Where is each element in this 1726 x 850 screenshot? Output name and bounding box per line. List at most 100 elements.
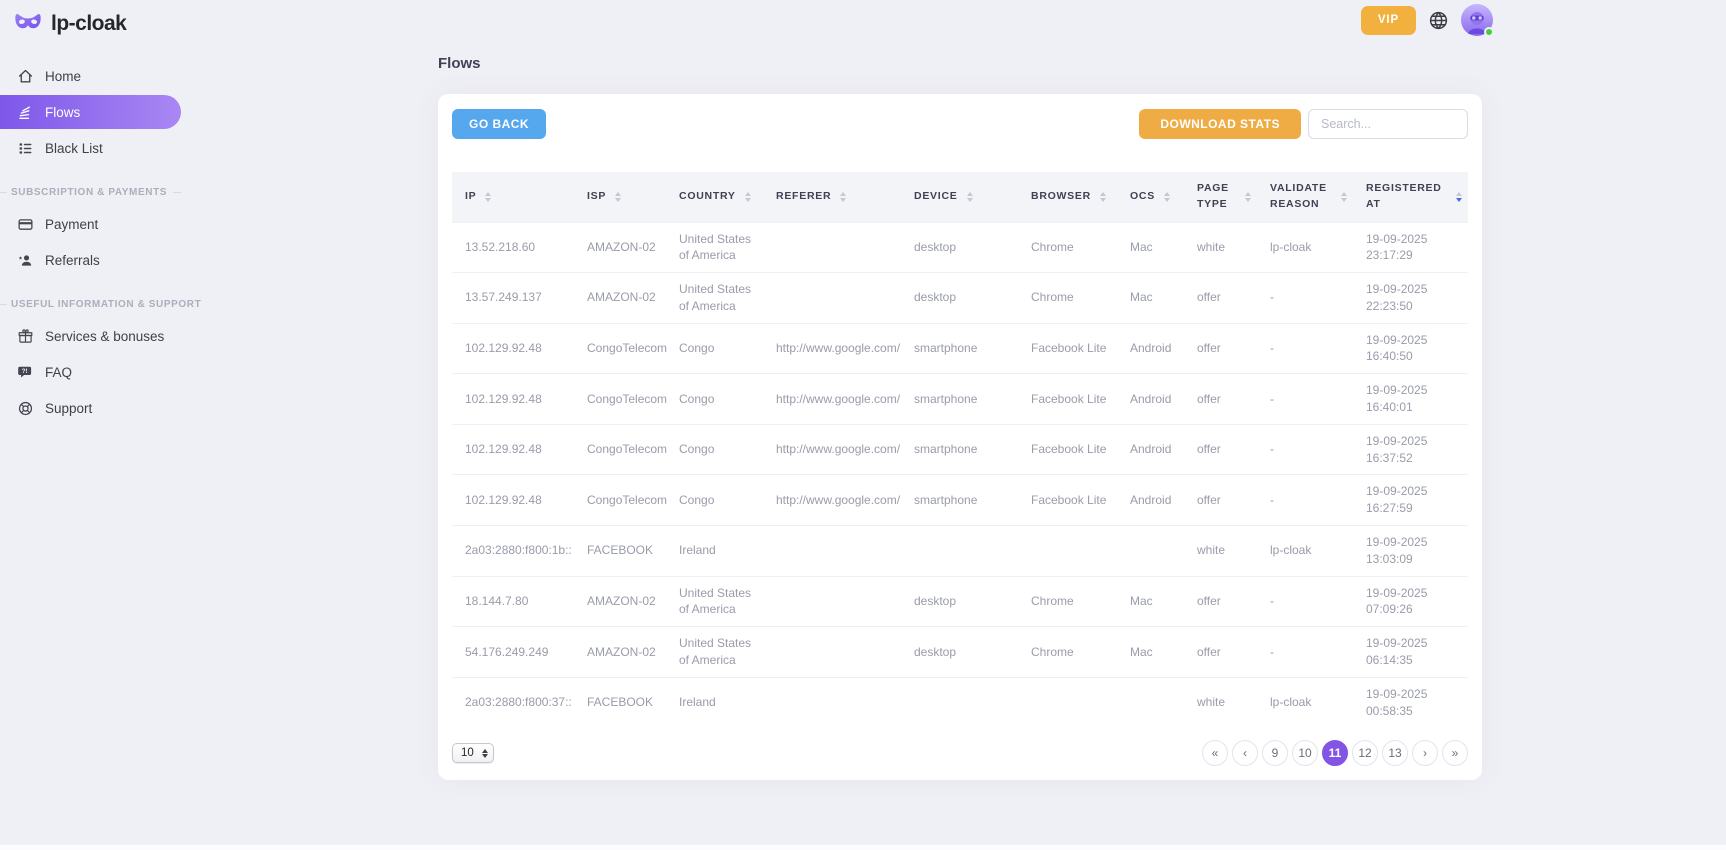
- column-header-browser[interactable]: BROWSER: [1018, 172, 1117, 222]
- column-header-referer[interactable]: REFERER: [763, 172, 901, 222]
- sidebar-item-label: Home: [45, 69, 81, 84]
- cell-ip: 102.129.92.48: [452, 323, 574, 374]
- table-row[interactable]: 13.52.218.60 AMAZON-02 United States of …: [452, 222, 1468, 273]
- cell-page-type: offer: [1184, 424, 1257, 475]
- cell-registered-at: 19-09-2025 07:09:26: [1353, 576, 1468, 627]
- search-input[interactable]: [1308, 109, 1468, 139]
- column-header-ocs[interactable]: OCS: [1117, 172, 1184, 222]
- cell-referer: http://www.google.com/: [763, 374, 901, 425]
- cell-isp: CongoTelecom: [574, 374, 666, 425]
- cell-referer: http://www.google.com/: [763, 323, 901, 374]
- cell-browser: Chrome: [1018, 576, 1117, 627]
- page-button[interactable]: 10: [1292, 740, 1318, 766]
- sidebar-item-services-bonuses[interactable]: Services & bonuses: [0, 319, 181, 353]
- column-header-page-type[interactable]: PAGE TYPE: [1184, 172, 1257, 222]
- cell-referer: http://www.google.com/: [763, 424, 901, 475]
- page-button[interactable]: 12: [1352, 740, 1378, 766]
- cell-referer: [763, 677, 901, 727]
- column-header-device[interactable]: DEVICE: [901, 172, 1018, 222]
- page-button[interactable]: «: [1202, 740, 1228, 766]
- cell-device: smartphone: [901, 475, 1018, 526]
- sidebar-item-label: Services & bonuses: [45, 329, 164, 344]
- column-header-validate-reason[interactable]: VALIDATE REASON: [1257, 172, 1353, 222]
- cell-registered-at: 19-09-2025 16:27:59: [1353, 475, 1468, 526]
- stepper-icon: [482, 749, 488, 758]
- sidebar-item-label: Black List: [45, 141, 103, 156]
- cell-ocs: [1117, 677, 1184, 727]
- sidebar-item-home[interactable]: Home: [0, 59, 181, 93]
- cell-isp: CongoTelecom: [574, 323, 666, 374]
- cell-ip: 18.144.7.80: [452, 576, 574, 627]
- cell-ocs: [1117, 526, 1184, 577]
- cell-browser: Facebook Lite: [1018, 374, 1117, 425]
- column-header-ip[interactable]: IP: [452, 172, 574, 222]
- sidebar-item-faq[interactable]: ?! FAQ: [0, 355, 181, 389]
- sidebar-item-flows[interactable]: Flows: [0, 95, 181, 129]
- card-toolbar: GO BACK DOWNLOAD STATS: [452, 109, 1468, 139]
- cell-country: United States of America: [666, 627, 763, 678]
- page-size-value: 10: [461, 747, 474, 759]
- page-button[interactable]: 11: [1322, 740, 1348, 766]
- column-header-isp[interactable]: ISP: [574, 172, 666, 222]
- toolbar-right: DOWNLOAD STATS: [1139, 109, 1468, 139]
- page-button[interactable]: 9: [1262, 740, 1288, 766]
- sort-icon: [967, 192, 973, 202]
- cell-browser: Chrome: [1018, 627, 1117, 678]
- cell-ip: 2a03:2880:f800:1b::: [452, 526, 574, 577]
- table-row[interactable]: 2a03:2880:f800:37:: FACEBOOK Ireland whi…: [452, 677, 1468, 727]
- brand-name: lp-cloak: [51, 12, 126, 36]
- cell-registered-at: 19-09-2025 16:40:01: [1353, 374, 1468, 425]
- online-status-dot: [1484, 27, 1494, 37]
- table-row[interactable]: 18.144.7.80 AMAZON-02 United States of A…: [452, 576, 1468, 627]
- sort-icon-active-desc: [1456, 192, 1462, 202]
- sidebar-item-label: FAQ: [45, 365, 72, 380]
- cell-page-type: white: [1184, 222, 1257, 273]
- cell-registered-at: 19-09-2025 13:03:09: [1353, 526, 1468, 577]
- page-size-select[interactable]: 10: [452, 743, 494, 763]
- cell-referer: http://www.google.com/: [763, 475, 901, 526]
- sidebar-item-label: Flows: [45, 105, 80, 120]
- cell-device: desktop: [901, 576, 1018, 627]
- table-row[interactable]: 102.129.92.48 CongoTelecom Congo http://…: [452, 475, 1468, 526]
- page-button[interactable]: »: [1442, 740, 1468, 766]
- go-back-button[interactable]: GO BACK: [452, 109, 546, 139]
- table-row[interactable]: 13.57.249.137 AMAZON-02 United States of…: [452, 273, 1468, 324]
- faq-bubble-icon: ?!: [17, 364, 34, 381]
- table-row[interactable]: 54.176.249.249 AMAZON-02 United States o…: [452, 627, 1468, 678]
- brand-logo[interactable]: lp-cloak: [0, 0, 181, 37]
- flows-card: GO BACK DOWNLOAD STATS IP ISP COUNTRY RE…: [438, 94, 1482, 780]
- cell-validate-reason: -: [1257, 576, 1353, 627]
- home-icon: [17, 68, 34, 85]
- sidebar-item-payment[interactable]: Payment: [0, 207, 181, 241]
- svg-text:?!: ?!: [22, 368, 28, 375]
- table-row[interactable]: 102.129.92.48 CongoTelecom Congo http://…: [452, 424, 1468, 475]
- table-row[interactable]: 102.129.92.48 CongoTelecom Congo http://…: [452, 374, 1468, 425]
- sidebar-item-support[interactable]: Support: [0, 391, 181, 425]
- sidebar-item-referrals[interactable]: Referrals: [0, 243, 181, 277]
- table-body: 13.52.218.60 AMAZON-02 United States of …: [452, 222, 1468, 727]
- column-header-registered-at[interactable]: REGISTERED AT: [1353, 172, 1468, 222]
- cell-validate-reason: -: [1257, 627, 1353, 678]
- cell-validate-reason: -: [1257, 323, 1353, 374]
- cell-ip: 102.129.92.48: [452, 475, 574, 526]
- sidebar-item-black-list[interactable]: Black List: [0, 131, 181, 165]
- lifebuoy-icon: [17, 400, 34, 417]
- sort-icon: [745, 192, 751, 202]
- page-button[interactable]: 13: [1382, 740, 1408, 766]
- sidebar-section-support: USEFUL INFORMATION & SUPPORT: [0, 299, 181, 310]
- sidebar: lp-cloak Home Flo: [0, 0, 181, 850]
- cell-registered-at: 19-09-2025 22:23:50: [1353, 273, 1468, 324]
- cell-registered-at: 19-09-2025 23:17:29: [1353, 222, 1468, 273]
- cell-isp: CongoTelecom: [574, 475, 666, 526]
- column-header-country[interactable]: COUNTRY: [666, 172, 763, 222]
- cell-isp: FACEBOOK: [574, 526, 666, 577]
- cell-ocs: Mac: [1117, 273, 1184, 324]
- cell-ocs: Android: [1117, 323, 1184, 374]
- page-button[interactable]: ›: [1412, 740, 1438, 766]
- page-button[interactable]: ‹: [1232, 740, 1258, 766]
- cell-referer: [763, 526, 901, 577]
- table-row[interactable]: 2a03:2880:f800:1b:: FACEBOOK Ireland whi…: [452, 526, 1468, 577]
- download-stats-button[interactable]: DOWNLOAD STATS: [1139, 109, 1301, 139]
- cell-browser: [1018, 526, 1117, 577]
- table-row[interactable]: 102.129.92.48 CongoTelecom Congo http://…: [452, 323, 1468, 374]
